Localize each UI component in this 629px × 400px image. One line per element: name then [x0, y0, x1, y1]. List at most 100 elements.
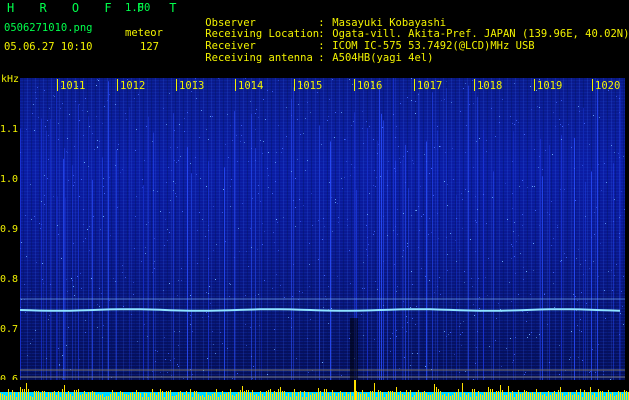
noise-speck [332, 231, 333, 232]
noise-speck [363, 143, 364, 144]
noise-speck [167, 240, 168, 241]
noise-speck [411, 215, 412, 216]
noise-speck [181, 268, 182, 269]
noise-speck [195, 157, 196, 158]
noise-speck [137, 341, 138, 342]
histogram-bar [182, 393, 183, 400]
histogram-bar [494, 394, 495, 400]
noise-speck [369, 193, 370, 194]
noise-speck [570, 357, 571, 358]
noise-speck [152, 141, 153, 142]
noise-speck [392, 333, 393, 334]
noise-speck [218, 78, 219, 79]
histogram-bar [506, 395, 507, 400]
noise-speck [48, 319, 49, 320]
noise-speck [165, 359, 166, 360]
noise-speck [341, 178, 342, 179]
noise-speck [605, 223, 606, 224]
noise-speck [367, 255, 368, 256]
noise-speck [579, 330, 580, 331]
noise-speck [350, 175, 351, 176]
noise-speck [278, 80, 279, 81]
noise-speck [399, 158, 400, 159]
noise-speck [258, 117, 259, 118]
histogram-bar [480, 394, 481, 400]
histogram-bar [98, 394, 99, 400]
noise-speck [208, 225, 209, 226]
histogram-bar [326, 389, 327, 400]
noise-speck [87, 111, 88, 112]
noise-speck [79, 359, 80, 360]
histogram-bar [36, 391, 37, 400]
noise-speck [135, 216, 136, 217]
noise-speck [77, 276, 78, 277]
noise-speck [32, 339, 33, 340]
noise-speck [426, 161, 427, 162]
histogram-bar [540, 392, 541, 400]
noise-speck [83, 224, 84, 225]
noise-speck [277, 222, 278, 223]
noise-speck [589, 372, 590, 373]
noise-speck [514, 124, 515, 125]
noise-speck [125, 277, 126, 278]
noise-speck [273, 232, 274, 233]
noise-speck [199, 137, 200, 138]
histogram-bar [624, 390, 625, 400]
histogram-bar [22, 389, 23, 400]
noise-speck [518, 122, 519, 123]
noise-speck [133, 282, 134, 283]
noise-speck [477, 331, 478, 332]
x-tick-mark [176, 79, 177, 91]
y-tick-0.7: 0.7 [0, 324, 19, 335]
noise-speck [445, 152, 446, 153]
noise-speck [184, 131, 185, 132]
noise-speck [456, 261, 457, 262]
histogram-bar [68, 391, 69, 400]
histogram-bar [42, 391, 43, 400]
noise-speck [154, 238, 155, 239]
noise-speck [450, 233, 451, 234]
x-tick-1013: 1013 [179, 80, 205, 92]
noise-speck [195, 78, 196, 79]
histogram-bar [430, 395, 431, 400]
noise-speck [206, 186, 207, 187]
histogram-bar [550, 395, 551, 400]
histogram-bar [360, 394, 361, 400]
x-tick-mark [235, 79, 236, 91]
noise-speck [444, 181, 445, 182]
noise-speck [522, 180, 523, 181]
histogram-bar [310, 395, 311, 400]
noise-speck [459, 250, 460, 251]
noise-speck [267, 374, 268, 375]
histogram-bar [212, 394, 213, 400]
noise-speck [93, 216, 94, 217]
noise-speck [44, 195, 45, 196]
noise-speck [471, 278, 472, 279]
histogram-bar [198, 394, 199, 400]
noise-speck [431, 168, 432, 169]
noise-speck [66, 345, 67, 346]
noise-speck [45, 126, 46, 127]
histogram-bar [120, 391, 121, 400]
noise-speck [511, 258, 512, 259]
histogram-bar [568, 392, 569, 400]
histogram-bar [186, 391, 187, 400]
noise-speck [329, 182, 330, 183]
histogram-bar [454, 393, 455, 400]
noise-speck [338, 222, 339, 223]
histogram-bar [18, 392, 19, 400]
noise-speck [592, 349, 593, 350]
histogram-bar [228, 392, 229, 400]
antenna-row: Receiving antenna: A504HB(yagi 4el) [205, 52, 434, 64]
noise-speck [166, 124, 167, 125]
noise-speck [363, 262, 364, 263]
header-panel: H R O F F T 1.00 0506271010.png meteor 0… [0, 0, 629, 78]
noise-speck [366, 249, 367, 250]
histogram-bar [544, 394, 545, 400]
histogram-bar [266, 391, 267, 400]
noise-speck [274, 242, 275, 243]
histogram-bar [66, 394, 67, 400]
histogram-bar [208, 395, 209, 400]
histogram-bar [370, 391, 371, 400]
histogram-bar [348, 394, 349, 400]
